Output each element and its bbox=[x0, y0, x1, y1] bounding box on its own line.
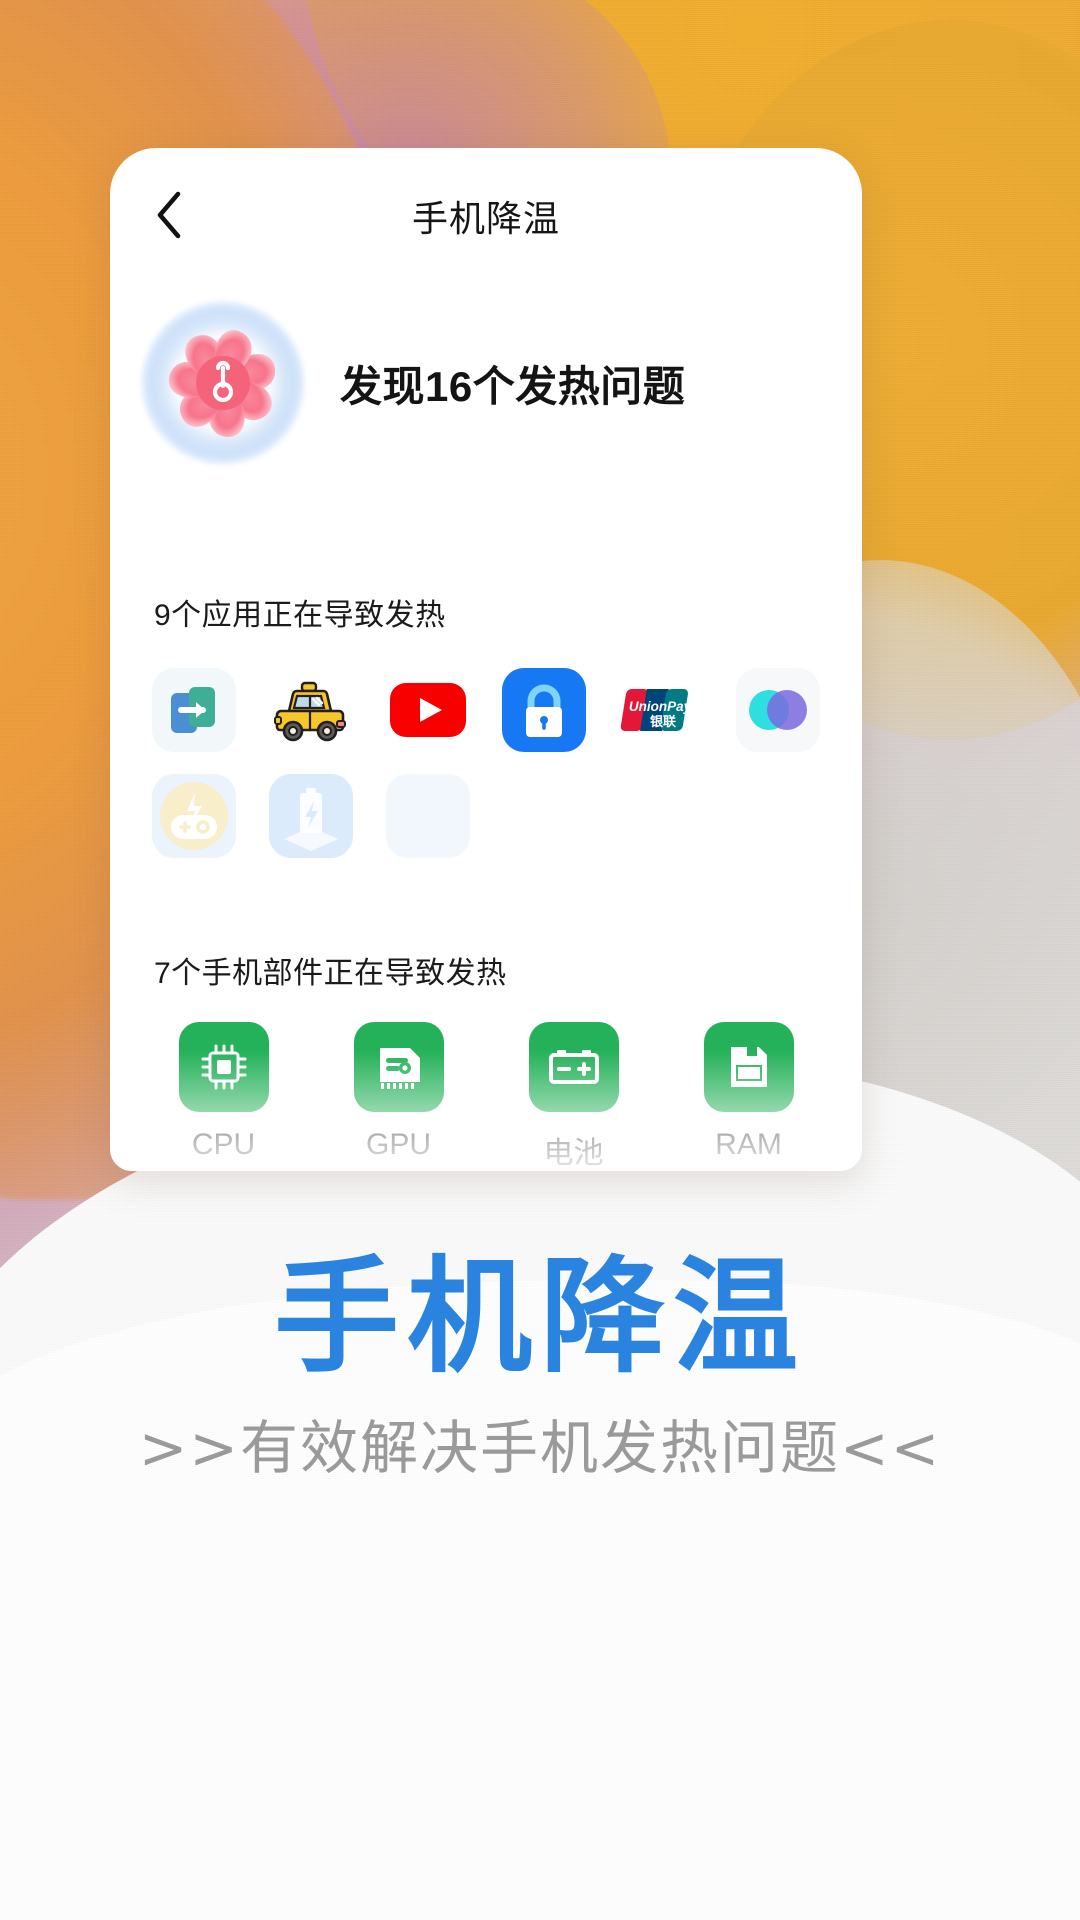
app-cell[interactable] bbox=[486, 668, 603, 752]
app-icon-unionpay[interactable]: UnionPay 银联 bbox=[619, 668, 703, 752]
hero-status-text: 发现16个发热问题 bbox=[340, 362, 686, 410]
apps-icon-grid: UnionPay 银联 bbox=[110, 668, 862, 858]
app-icon-gamepad[interactable] bbox=[152, 774, 237, 858]
gamepad-boost-icon bbox=[160, 782, 229, 850]
app-cell[interactable] bbox=[719, 668, 836, 752]
app-cell[interactable] bbox=[369, 668, 486, 752]
promo-title: 手机降温 bbox=[274, 1245, 806, 1390]
app-top-bar: 手机降温 bbox=[110, 148, 862, 288]
app-cell[interactable] bbox=[369, 774, 486, 858]
app-icon-placeholder[interactable] bbox=[385, 774, 470, 858]
lock-icon bbox=[526, 684, 563, 737]
promo-block: 手机降温 >>有效解决手机发热问题<< bbox=[0, 1250, 1080, 1485]
apps-section-title: 9个应用正在导致发热 bbox=[154, 599, 446, 632]
part-label: CPU bbox=[191, 1128, 256, 1161]
fan-thermometer-icon bbox=[168, 330, 276, 437]
ram-memory-icon bbox=[730, 1047, 767, 1087]
part-icon-tile bbox=[528, 1022, 619, 1112]
battery-box-icon bbox=[283, 788, 338, 851]
gpu-card-icon bbox=[379, 1048, 420, 1089]
overlapping-circles-icon bbox=[748, 690, 807, 730]
app-icon-circles[interactable] bbox=[735, 668, 820, 752]
parts-section-title: 7个手机部件正在导致发热 bbox=[154, 957, 507, 990]
part-cpu[interactable]: CPU bbox=[136, 1022, 311, 1171]
app-icon-transfer[interactable] bbox=[152, 668, 237, 752]
svg-text:银联: 银联 bbox=[650, 714, 676, 730]
youtube-play-icon bbox=[389, 683, 466, 737]
phone-screenshot-card: 手机降温 发现16个发热问题 9个应用正在导致发热 UnionPay 银联 7个… bbox=[110, 148, 862, 1171]
app-cell[interactable] bbox=[253, 774, 370, 858]
part-label: GPU bbox=[365, 1128, 431, 1161]
app-cell[interactable]: UnionPay 银联 bbox=[603, 668, 720, 752]
promo-subtitle: >>有效解决手机发热问题<< bbox=[138, 1414, 942, 1482]
app-icon-taxi[interactable] bbox=[269, 668, 353, 752]
fan-icon-wrapper bbox=[128, 288, 318, 478]
battery-icon bbox=[548, 1050, 599, 1084]
part-label: 电池 bbox=[543, 1137, 604, 1170]
page-title: 手机降温 bbox=[411, 198, 560, 239]
part-icon-tile bbox=[353, 1022, 444, 1112]
part-ram[interactable]: RAM bbox=[661, 1022, 836, 1171]
part-label: RAM bbox=[715, 1128, 782, 1161]
parts-icon-grid: CPU GPU 电池 RAM bbox=[110, 1022, 862, 1171]
transfer-arrow-icon bbox=[171, 687, 216, 733]
taxi-car-icon bbox=[273, 681, 346, 742]
app-icon-battery-box[interactable] bbox=[268, 774, 353, 858]
svg-text:UnionPay: UnionPay bbox=[629, 699, 693, 714]
app-icon-youtube[interactable] bbox=[386, 668, 470, 752]
app-cell[interactable] bbox=[136, 774, 253, 858]
part-icon-tile bbox=[703, 1022, 794, 1112]
cpu-chip-icon bbox=[201, 1044, 246, 1090]
app-icon-lock[interactable] bbox=[502, 668, 587, 752]
part-gpu[interactable]: GPU bbox=[311, 1022, 486, 1171]
hero-status-row: 发现16个发热问题 bbox=[110, 288, 862, 478]
unionpay-card-icon: UnionPay 银联 bbox=[620, 689, 693, 731]
screen-root: 手机降温 发现16个发热问题 9个应用正在导致发热 UnionPay 银联 7个… bbox=[0, 0, 1080, 1920]
app-cell[interactable] bbox=[253, 668, 370, 752]
part-battery[interactable]: 电池 bbox=[486, 1022, 661, 1171]
app-cell[interactable] bbox=[136, 668, 253, 752]
part-icon-tile bbox=[178, 1022, 269, 1112]
